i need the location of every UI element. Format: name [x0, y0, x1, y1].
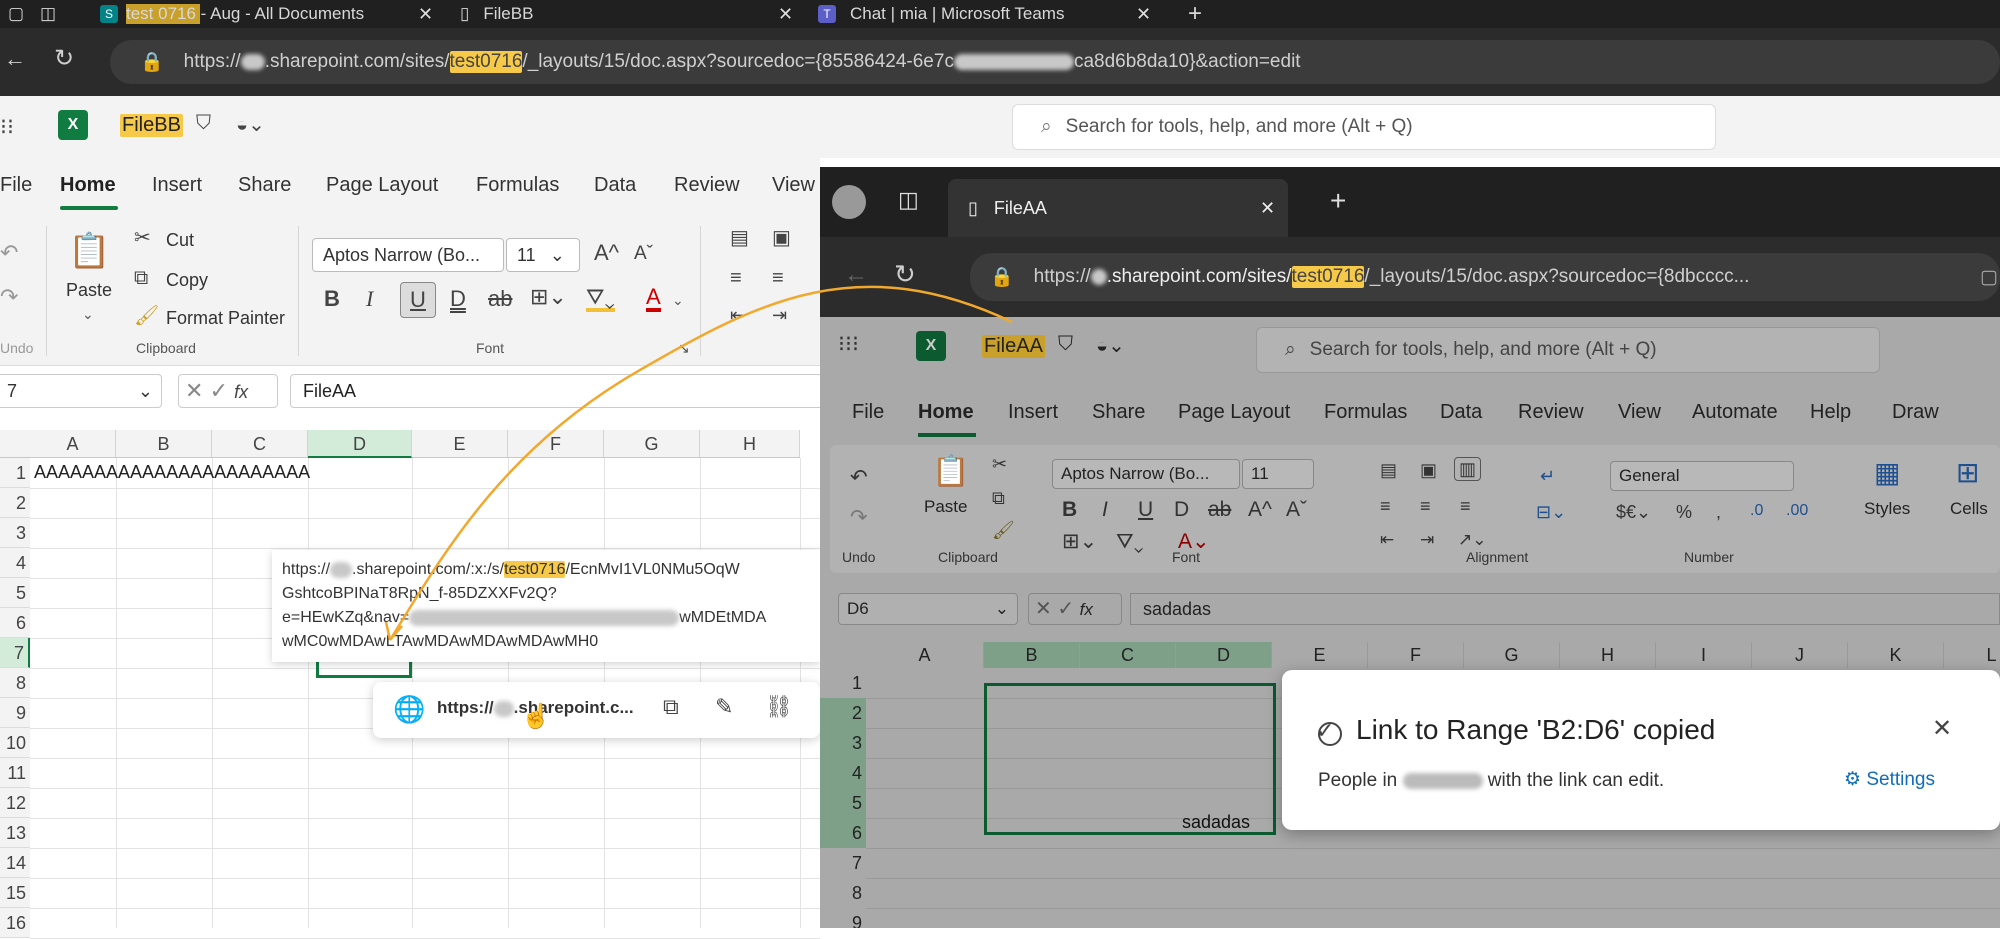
arrow-curve [388, 285, 1013, 641]
annotation-arrow [384, 285, 1013, 641]
